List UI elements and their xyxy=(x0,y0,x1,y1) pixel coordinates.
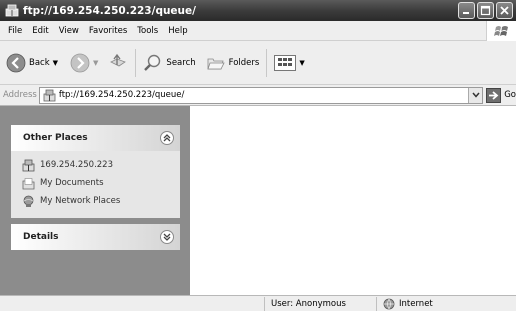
chevron-down-icon xyxy=(472,92,480,98)
forward-arrow-icon xyxy=(70,53,90,72)
status-zone: Internet xyxy=(376,297,516,311)
go-arrow-icon xyxy=(489,90,499,100)
network-places-icon xyxy=(23,195,34,207)
search-button[interactable]: Search xyxy=(140,45,198,81)
my-documents-icon xyxy=(22,177,35,189)
search-label: Search xyxy=(166,57,196,68)
ftp-location-icon xyxy=(43,89,56,101)
ftp-server-icon xyxy=(22,159,35,171)
toolbar-separator xyxy=(135,48,137,77)
views-button[interactable]: ▼ xyxy=(271,45,307,81)
windows-flag-icon xyxy=(493,26,508,36)
folders-button[interactable]: Folders xyxy=(203,45,263,81)
task-pane: Other Places 169.254.250.223 My Document… xyxy=(0,106,190,295)
title-bar[interactable]: ftp://169.254.250.223/queue/ xyxy=(0,0,516,21)
address-value: ftp://169.254.250.223/queue/ xyxy=(58,90,185,100)
back-dropdown-icon[interactable]: ▼ xyxy=(53,59,58,67)
window-title: ftp://169.254.250.223/queue/ xyxy=(23,4,196,17)
windows-logo xyxy=(486,21,516,41)
collapse-other-places-button[interactable] xyxy=(160,131,174,145)
place-item-label: My Network Places xyxy=(40,196,121,206)
expand-details-button[interactable] xyxy=(160,230,174,244)
details-header[interactable]: Details xyxy=(11,224,180,250)
up-folder-icon xyxy=(110,53,127,66)
menu-tools[interactable]: Tools xyxy=(132,26,163,36)
place-item-my-documents[interactable]: My Documents xyxy=(22,174,180,192)
back-button[interactable]: Back ▼ xyxy=(3,45,61,81)
menu-file[interactable]: File xyxy=(3,26,27,36)
maximize-icon xyxy=(480,5,491,16)
close-button[interactable] xyxy=(496,2,513,19)
details-title: Details xyxy=(23,232,59,242)
views-dropdown-icon[interactable]: ▼ xyxy=(299,59,304,67)
menu-edit[interactable]: Edit xyxy=(27,26,53,36)
address-dropdown-button[interactable] xyxy=(468,87,483,103)
forward-button[interactable]: ▼ xyxy=(67,45,101,81)
address-label: Address xyxy=(3,90,37,100)
status-user: User: Anonymous xyxy=(264,297,376,311)
folders-icon xyxy=(207,58,225,69)
address-bar: Address ftp://169.254.250.223/queue/ Go xyxy=(0,85,516,106)
status-zone-label: Internet xyxy=(399,299,433,309)
menu-favorites[interactable]: Favorites xyxy=(84,26,132,36)
minimize-icon xyxy=(463,12,469,14)
other-places-header[interactable]: Other Places xyxy=(11,125,180,151)
search-icon xyxy=(144,54,161,71)
maximize-button[interactable] xyxy=(477,2,494,19)
status-user-label: User: Anonymous xyxy=(271,299,346,309)
minimize-button[interactable] xyxy=(458,2,475,19)
toolbar-separator xyxy=(266,48,268,77)
views-icon xyxy=(278,58,293,66)
place-item-ftp-server[interactable]: 169.254.250.223 xyxy=(22,156,180,174)
place-item-my-network-places[interactable]: My Network Places xyxy=(22,192,180,210)
internet-globe-icon xyxy=(383,298,395,310)
menu-view[interactable]: View xyxy=(54,26,84,36)
chevron-double-up-icon xyxy=(163,134,171,142)
ftp-folder-icon xyxy=(5,4,19,16)
menu-bar: File Edit View Favorites Tools Help xyxy=(0,21,516,41)
place-item-label: 169.254.250.223 xyxy=(40,160,114,170)
details-panel: Details xyxy=(11,224,180,250)
file-list-area[interactable] xyxy=(190,106,516,295)
other-places-panel: Other Places 169.254.250.223 My Document… xyxy=(11,125,180,218)
close-icon xyxy=(500,6,509,15)
back-label: Back xyxy=(29,57,50,68)
forward-dropdown-icon[interactable]: ▼ xyxy=(93,59,98,67)
place-item-label: My Documents xyxy=(40,178,104,188)
address-input[interactable]: ftp://169.254.250.223/queue/ xyxy=(38,86,484,104)
go-button[interactable]: Go xyxy=(486,87,516,103)
go-label: Go xyxy=(504,90,516,100)
toolbar: Back ▼ ▼ Search Folders ▼ xyxy=(0,41,516,85)
back-arrow-icon xyxy=(6,53,26,72)
chevron-double-down-icon xyxy=(163,233,171,241)
up-folder-button[interactable] xyxy=(105,45,131,81)
other-places-title: Other Places xyxy=(23,133,88,143)
status-bar: User: Anonymous Internet xyxy=(0,295,516,311)
menu-help[interactable]: Help xyxy=(163,26,192,36)
folders-label: Folders xyxy=(228,57,260,68)
